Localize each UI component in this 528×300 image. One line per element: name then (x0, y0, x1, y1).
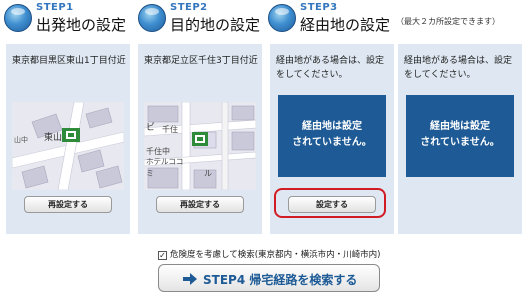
map2-label-d: ホテルココ (146, 157, 183, 166)
waypoint2-status-line2: されていません。 (420, 137, 500, 148)
step2-label: STEP2 (170, 2, 208, 13)
danger-option[interactable]: ✓ 危険度を考慮して検索(東京都内・横浜市内・川崎市内) (158, 248, 380, 260)
step1-globe-icon (4, 4, 32, 32)
step2-header: STEP2 目的地の設定 (138, 0, 268, 40)
arrow-right-icon (183, 273, 197, 285)
step3-header: STEP3 経由地の設定 (268, 0, 398, 40)
max-waypoints-note: （最大２カ所設定できます） (396, 17, 500, 26)
origin-map[interactable]: 東山 山中 (12, 102, 124, 190)
map1-label-area: 東山 (44, 131, 62, 143)
step2-title: 目的地の設定 (170, 16, 261, 34)
set-button-highlight (274, 188, 386, 218)
danger-option-label: 危険度を考慮して検索(東京都内・横浜市内・川崎市内) (170, 250, 381, 260)
map2-label-e: ミ (146, 169, 154, 178)
step3-globe-icon (268, 4, 296, 32)
waypoint1-status-box: 経由地は設定 されていません。 (278, 95, 386, 177)
step2-globe-icon (138, 4, 166, 32)
destination-map[interactable]: ビ 千住 千住中 ホテルココ ミ ル (144, 102, 256, 190)
step1-label: STEP1 (36, 2, 74, 13)
origin-panel: 東京都目黒区東山1丁目付近 東山 山中 再設定する (6, 44, 130, 234)
destination-address: 東京都足立区千住3丁目付近 (144, 56, 258, 66)
step1-header: STEP1 出発地の設定 (4, 0, 134, 40)
waypoint2-status-box: 経由地は設定 されていません。 (406, 95, 514, 177)
waypoint2-panel: 経由地がある場合は、設定をしてください。 経由地は設定 されていません。 (398, 44, 522, 234)
origin-reset-button[interactable]: 再設定する (24, 196, 112, 213)
waypoint2-status-line1: 経由地は設定 (430, 121, 490, 132)
destination-panel: 東京都足立区千住3丁目付近 ビ 千住 千住中 ホテルココ ミ ル 再設定する (138, 44, 262, 234)
waypoint1-status-line1: 経由地は設定 (302, 121, 362, 132)
waypoint1-instruction: 経由地がある場合は、設定をしてください。 (276, 56, 385, 80)
step1-title: 出発地の設定 (36, 16, 127, 34)
destination-reset-button[interactable]: 再設定する (156, 196, 244, 213)
search-route-button[interactable]: STEP4 帰宅経路を検索する (158, 264, 380, 292)
map2-label-a: ビ (146, 122, 155, 133)
search-route-label: STEP4 帰宅経路を検索する (203, 273, 358, 287)
map2-label-b: 千住 (162, 124, 178, 134)
waypoint2-instruction: 経由地がある場合は、設定をしてください。 (404, 56, 513, 80)
map1-label-road: 山中 (14, 135, 28, 144)
map2-label-f: ル (204, 169, 212, 178)
map2-label-c: 千住中 (146, 146, 170, 156)
step3-title: 経由地の設定 (300, 16, 391, 34)
danger-checkbox[interactable]: ✓ (158, 251, 167, 260)
waypoint1-status-line2: されていません。 (292, 137, 372, 148)
origin-address: 東京都目黒区東山1丁目付近 (12, 56, 126, 66)
step3-label: STEP3 (300, 2, 338, 13)
